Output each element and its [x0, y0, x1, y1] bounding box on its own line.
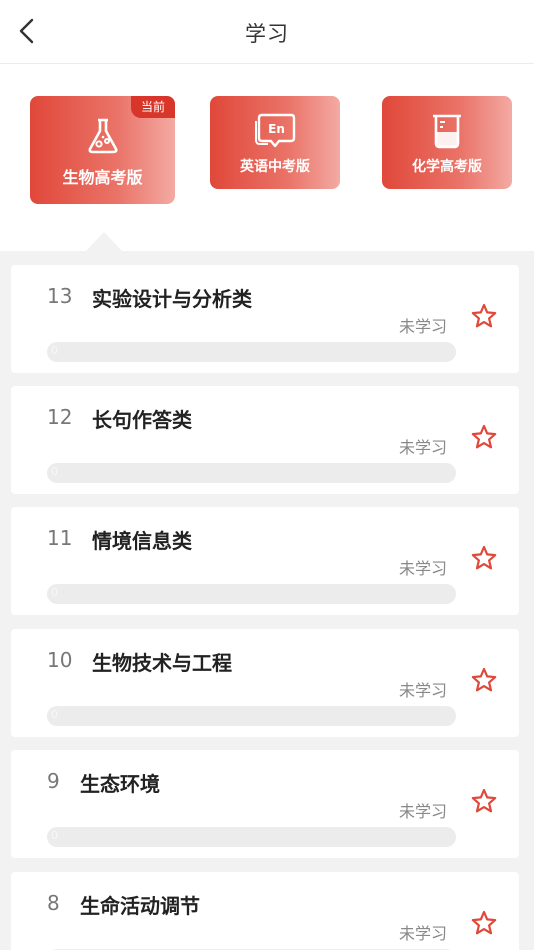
star-icon[interactable]: [471, 910, 497, 936]
chapter-title: 生命活动调节: [80, 894, 200, 918]
chapter-status: 未学习: [398, 681, 447, 700]
progress-label: 0: [51, 586, 58, 599]
star-icon[interactable]: [471, 545, 497, 571]
chapter-title: 长句作答类: [92, 408, 192, 432]
chapter-number: 11: [47, 526, 73, 550]
progress-label: 0: [51, 708, 58, 721]
progress-label: 0: [51, 465, 58, 478]
chapter-title: 情境信息类: [92, 529, 192, 553]
en-book-icon: En: [255, 113, 296, 148]
chapter-status: 未学习: [398, 438, 447, 457]
progress-label: 0: [51, 344, 58, 357]
chapter-card[interactable]: 11 情境信息类 未学习 0: [11, 507, 519, 615]
book-label: 化学高考版: [412, 159, 482, 175]
star-icon[interactable]: [471, 667, 497, 693]
chapter-status: 未学习: [398, 559, 447, 578]
chapter-card[interactable]: 9 生态环境 未学习 0: [11, 750, 519, 858]
star-icon[interactable]: [471, 424, 497, 450]
chapter-status: 未学习: [398, 802, 447, 821]
chapter-card[interactable]: 10 生物技术与工程 未学习 0: [11, 629, 519, 737]
current-badge: 当前: [131, 96, 175, 118]
top-bar: 学习: [0, 0, 534, 64]
chapter-number: 13: [47, 284, 73, 308]
chapter-status: 未学习: [398, 924, 447, 943]
chapter-number: 10: [47, 648, 73, 672]
beaker-icon: [433, 114, 461, 149]
chapter-status: 未学习: [398, 317, 447, 336]
book-card-biology[interactable]: 当前 生物高考版: [30, 96, 175, 204]
chapter-number: 8: [47, 891, 60, 915]
chapter-number: 12: [47, 405, 73, 429]
flask-icon: [88, 118, 117, 154]
book-label: 生物高考版: [62, 168, 143, 187]
progress-label: 0: [51, 829, 58, 842]
progress-bar: 0: [47, 827, 456, 847]
progress-bar: 0: [47, 342, 456, 362]
book-card-chemistry[interactable]: 化学高考版: [382, 96, 512, 189]
book-card-english[interactable]: En 英语中考版: [210, 96, 340, 189]
current-book-pointer: [86, 232, 122, 251]
chapter-card[interactable]: 12 长句作答类 未学习 0: [11, 386, 519, 494]
progress-bar: 0: [47, 706, 456, 726]
svg-text:En: En: [268, 122, 285, 136]
chapter-title: 生态环境: [80, 772, 160, 796]
page-title: 学习: [245, 22, 289, 46]
chapter-card[interactable]: 8 生命活动调节 未学习 0: [11, 872, 519, 950]
star-icon[interactable]: [471, 303, 497, 329]
progress-bar: 0: [47, 463, 456, 483]
chapter-number: 9: [47, 769, 60, 793]
chapter-title: 实验设计与分析类: [92, 287, 252, 311]
chapter-card[interactable]: 13 实验设计与分析类 未学习 0: [11, 265, 519, 373]
chapter-title: 生物技术与工程: [92, 651, 232, 675]
chapter-list[interactable]: 13 实验设计与分析类 未学习 0 12 长句作答类 未学习 0 11 情境信息…: [0, 251, 534, 950]
book-selector: 当前 生物高考版 En 英语中考版 化学高考版: [0, 65, 534, 251]
star-icon[interactable]: [471, 788, 497, 814]
book-label: 英语中考版: [240, 159, 310, 175]
progress-bar: 0: [47, 584, 456, 604]
